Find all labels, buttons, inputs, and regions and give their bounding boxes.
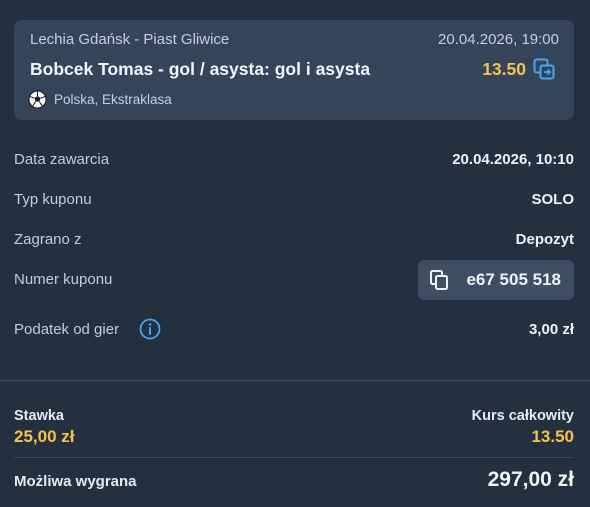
swap-icon[interactable] bbox=[532, 57, 556, 81]
stake-label: Stawka bbox=[14, 408, 64, 424]
copy-icon bbox=[430, 270, 448, 290]
summary-divider bbox=[14, 457, 574, 458]
coupon-number-label: Numer kuponu bbox=[14, 271, 113, 288]
possible-win-label: Możliwa wygrana bbox=[14, 473, 137, 490]
total-odds-label: Kurs całkowity bbox=[471, 408, 574, 424]
league-name: Polska, Ekstraklasa bbox=[54, 92, 172, 107]
total-odds-value: 13.50 bbox=[531, 427, 574, 446]
date-value: 20.04.2026, 10:10 bbox=[452, 151, 574, 168]
event-card: Lechia Gdańsk - Piast Gliwice 20.04.2026… bbox=[14, 20, 574, 120]
played-from-label: Zagrano z bbox=[14, 231, 82, 248]
match-name: Lechia Gdańsk - Piast Gliwice bbox=[30, 31, 230, 48]
bet-selection: Bobcek Tomas - gol / asysta: gol i asyst… bbox=[30, 59, 371, 79]
date-label: Data zawarcia bbox=[14, 151, 110, 168]
selection-odds: 13.50 bbox=[482, 59, 526, 79]
coupon-type-label: Typ kuponu bbox=[14, 191, 92, 208]
soccer-ball-icon bbox=[28, 90, 47, 109]
possible-win-value: 297,00 zł bbox=[487, 468, 574, 491]
tax-value: 3,00 zł bbox=[528, 321, 574, 338]
stake-value: 25,00 zł bbox=[14, 427, 75, 446]
coupon-number-value: e67 505 518 bbox=[466, 270, 561, 289]
played-from-value: Depozyt bbox=[515, 231, 574, 248]
tax-label: Podatek od gier bbox=[14, 321, 120, 338]
coupon-number-copy-button[interactable]: e67 505 518 bbox=[418, 260, 574, 300]
info-icon[interactable] bbox=[139, 318, 161, 340]
section-divider bbox=[0, 380, 590, 381]
coupon-type-value: SOLO bbox=[531, 191, 574, 208]
match-datetime: 20.04.2026, 19:00 bbox=[438, 31, 559, 48]
